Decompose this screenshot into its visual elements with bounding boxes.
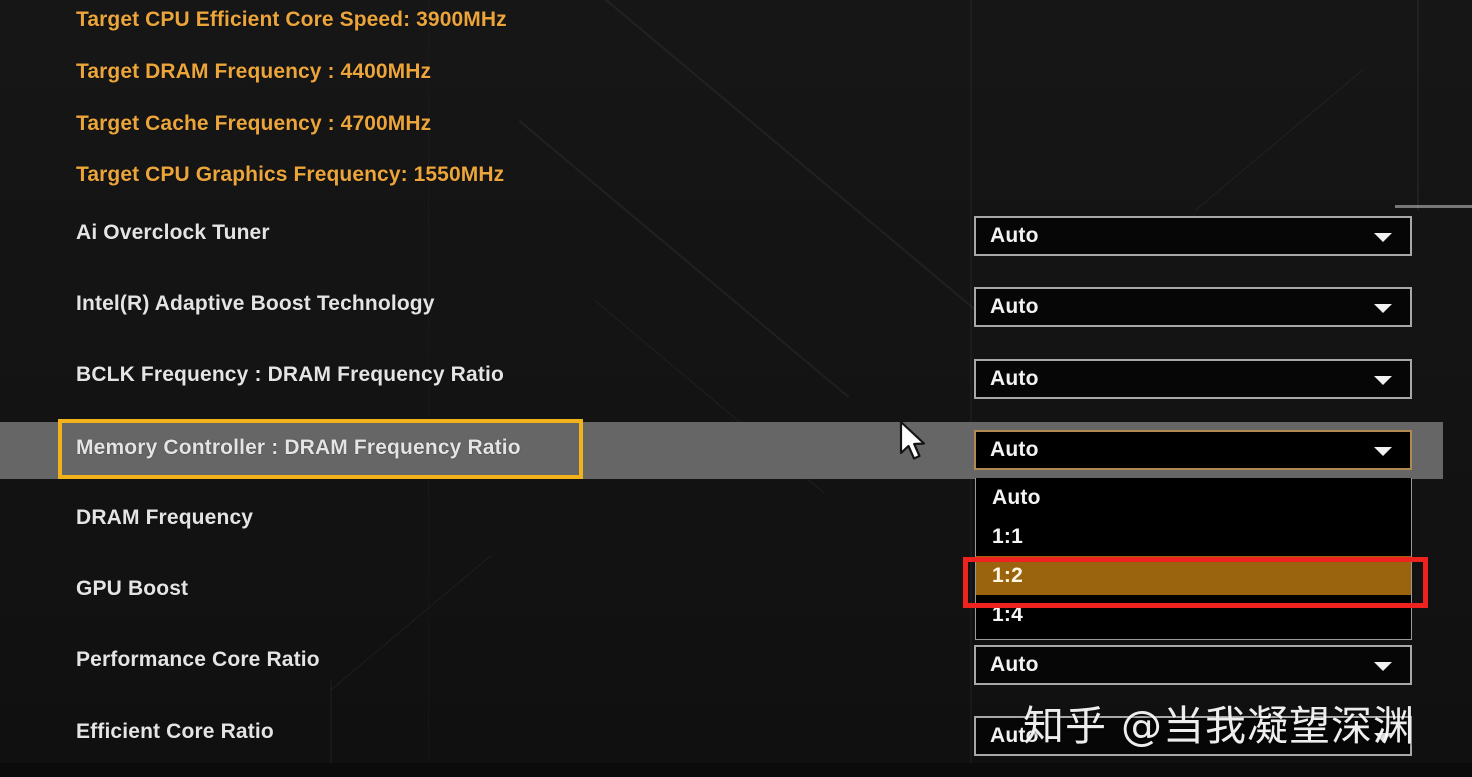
setting-row-label[interactable]: GPU Boost bbox=[76, 577, 188, 601]
dropdown-option-list[interactable]: Auto 1:1 1:2 1:4 bbox=[975, 478, 1412, 640]
chevron-down-icon[interactable] bbox=[1374, 376, 1392, 385]
dropdown-option[interactable]: 1:4 bbox=[976, 595, 1411, 634]
setting-value-dropdown[interactable]: Auto bbox=[974, 216, 1412, 256]
dropdown-selected-value: Auto bbox=[990, 295, 1039, 318]
setting-row-label[interactable]: DRAM Frequency bbox=[76, 506, 253, 530]
chevron-down-icon[interactable] bbox=[1374, 233, 1392, 242]
chevron-down-icon[interactable] bbox=[1374, 304, 1392, 313]
chevron-down-icon[interactable] bbox=[1374, 447, 1392, 456]
dropdown-option[interactable]: Auto bbox=[976, 478, 1411, 517]
dropdown-selected-value: Auto bbox=[990, 224, 1039, 247]
dropdown-selected-value: Auto bbox=[990, 438, 1039, 461]
chevron-down-icon[interactable] bbox=[1374, 662, 1392, 671]
setting-row-label[interactable]: BCLK Frequency : DRAM Frequency Ratio bbox=[76, 363, 504, 387]
dropdown-selected-value: Auto bbox=[990, 653, 1039, 676]
setting-row-label[interactable]: Efficient Core Ratio bbox=[76, 720, 274, 744]
setting-row-label[interactable]: Performance Core Ratio bbox=[76, 648, 320, 672]
setting-value-dropdown[interactable]: Auto bbox=[974, 359, 1412, 399]
dropdown-selected-value: Auto bbox=[990, 367, 1039, 390]
setting-value-dropdown[interactable]: Auto bbox=[974, 430, 1412, 470]
watermark-text: 知乎 @当我凝望深渊 bbox=[1023, 702, 1416, 750]
setting-row-label[interactable]: Ai Overclock Tuner bbox=[76, 221, 270, 245]
setting-value-dropdown[interactable]: Auto bbox=[974, 287, 1412, 327]
setting-row-label[interactable]: Intel(R) Adaptive Boost Technology bbox=[76, 292, 435, 316]
dropdown-option[interactable]: 1:2 bbox=[976, 556, 1411, 595]
setting-row-label[interactable]: Memory Controller : DRAM Frequency Ratio bbox=[76, 436, 521, 460]
setting-value-dropdown[interactable]: Auto bbox=[974, 645, 1412, 685]
settings-list: Ai Overclock Tuner Auto Intel(R) Adaptive … bbox=[0, 0, 1472, 777]
dropdown-option[interactable]: 1:1 bbox=[976, 517, 1411, 556]
